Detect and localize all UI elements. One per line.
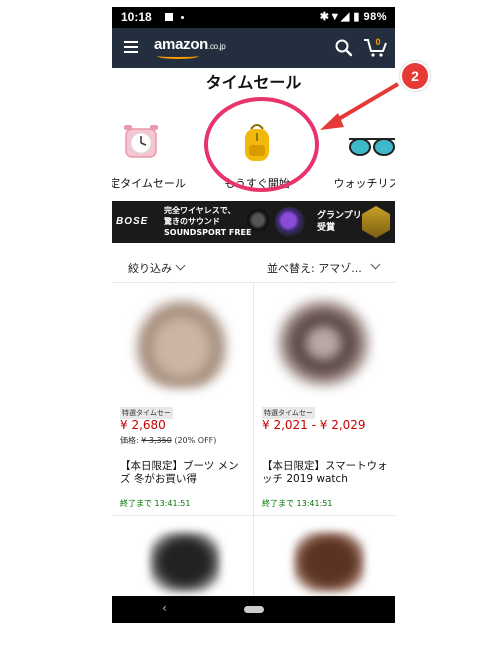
earbud-image bbox=[247, 209, 269, 231]
logo-text: amazon bbox=[154, 36, 209, 53]
discount: (20% OFF) bbox=[171, 436, 217, 445]
logo-suffix: .co.jp bbox=[208, 42, 226, 51]
sale-timer: 終了まで 13:41:51 bbox=[262, 499, 333, 508]
home-pill-icon[interactable] bbox=[244, 606, 264, 613]
notification-icon bbox=[165, 13, 173, 21]
grid-divider bbox=[112, 515, 395, 516]
banner-line2: 驚きのサウンド bbox=[164, 217, 220, 226]
status-bar: 10:18 ✱▼◢ ▮ 98% bbox=[112, 7, 395, 28]
banner-brand: BOSE bbox=[116, 216, 149, 227]
product-card[interactable]: 特選タイムセー ¥ 2,680 価格: ¥ 3,350 (20% OFF) 【本… bbox=[112, 283, 253, 515]
banner-line3: SOUNDSPORT FREE bbox=[164, 228, 252, 237]
product-name: 【本日限定】スマートウォッチ 2019 watch bbox=[262, 460, 388, 484]
chevron-down-icon[interactable] bbox=[370, 259, 381, 270]
filter-bar: 絞り込み 並べ替え: アマゾ... bbox=[112, 251, 395, 283]
award-medal-icon bbox=[362, 206, 390, 238]
banner-line1: 完全ワイヤレスで、 bbox=[164, 206, 236, 215]
category-label: 限定タイムセール bbox=[112, 177, 186, 190]
page-title: タイムセール bbox=[205, 73, 302, 92]
chevron-down-icon bbox=[175, 260, 186, 271]
sort-button[interactable]: 並べ替え: アマゾ... bbox=[267, 260, 362, 276]
list-price: 価格: ¥ 3,350 (20% OFF) bbox=[120, 435, 216, 446]
product-image[interactable] bbox=[150, 532, 220, 592]
notification-dot-icon bbox=[181, 16, 184, 19]
product-image bbox=[134, 298, 229, 388]
status-time: 10:18 bbox=[121, 10, 152, 24]
banner-text: 完全ワイヤレスで、 驚きのサウンド SOUNDSPORT FREE bbox=[164, 205, 251, 238]
status-icons: ✱▼◢ ▮ bbox=[319, 11, 360, 23]
sunglasses-icon bbox=[349, 138, 395, 156]
cart-count: 0 bbox=[375, 37, 380, 47]
product-price: ¥ 2,021 - ¥ 2,029 bbox=[262, 418, 366, 432]
status-right: ✱▼◢ ▮ 98% bbox=[320, 10, 387, 23]
banner-award1: グランプリ bbox=[317, 211, 362, 221]
amazon-logo[interactable]: amazon.co.jp bbox=[154, 36, 226, 59]
step-number-badge: 2 bbox=[400, 61, 430, 91]
sort-label: 並べ替え: アマゾ... bbox=[267, 262, 362, 275]
category-label: ウォッチリスト bbox=[333, 177, 396, 190]
banner-award: グランプリ 受賞 bbox=[317, 210, 362, 234]
android-nav-bar: ‹ bbox=[112, 596, 395, 623]
product-price: ¥ 2,680 bbox=[120, 418, 166, 432]
cart-icon[interactable]: 0 bbox=[362, 35, 388, 59]
product-card[interactable]: 特選タイムセー ¥ 2,021 - ¥ 2,029 【本日限定】スマートウォッチ… bbox=[254, 283, 395, 515]
battery-level: 98% bbox=[363, 11, 387, 23]
banner-award2: 受賞 bbox=[317, 223, 336, 233]
annotation-circle bbox=[204, 97, 319, 192]
app-header: amazon.co.jp 0 bbox=[112, 28, 395, 68]
bose-ad-banner[interactable]: BOSE 完全ワイヤレスで、 驚きのサウンド SOUNDSPORT FREE グ… bbox=[112, 201, 395, 243]
alarm-clock-icon bbox=[124, 125, 158, 158]
product-image[interactable] bbox=[294, 532, 364, 592]
earbud-image bbox=[275, 207, 305, 237]
product-name: 【本日限定】ブーツ メンズ 冬がお買い得 bbox=[120, 460, 239, 484]
filter-label: 絞り込み bbox=[128, 262, 172, 275]
list-price-prefix: 価格: bbox=[120, 436, 142, 445]
filter-button[interactable]: 絞り込み bbox=[128, 260, 186, 276]
search-icon[interactable] bbox=[334, 38, 354, 58]
back-nav-icon[interactable]: ‹ bbox=[162, 601, 167, 615]
logo-smile bbox=[157, 53, 199, 59]
product-image bbox=[276, 298, 371, 388]
list-price-value: ¥ 3,350 bbox=[141, 436, 172, 445]
sale-timer: 終了まで 13:41:51 bbox=[120, 499, 191, 508]
hamburger-menu-icon[interactable] bbox=[124, 41, 138, 53]
